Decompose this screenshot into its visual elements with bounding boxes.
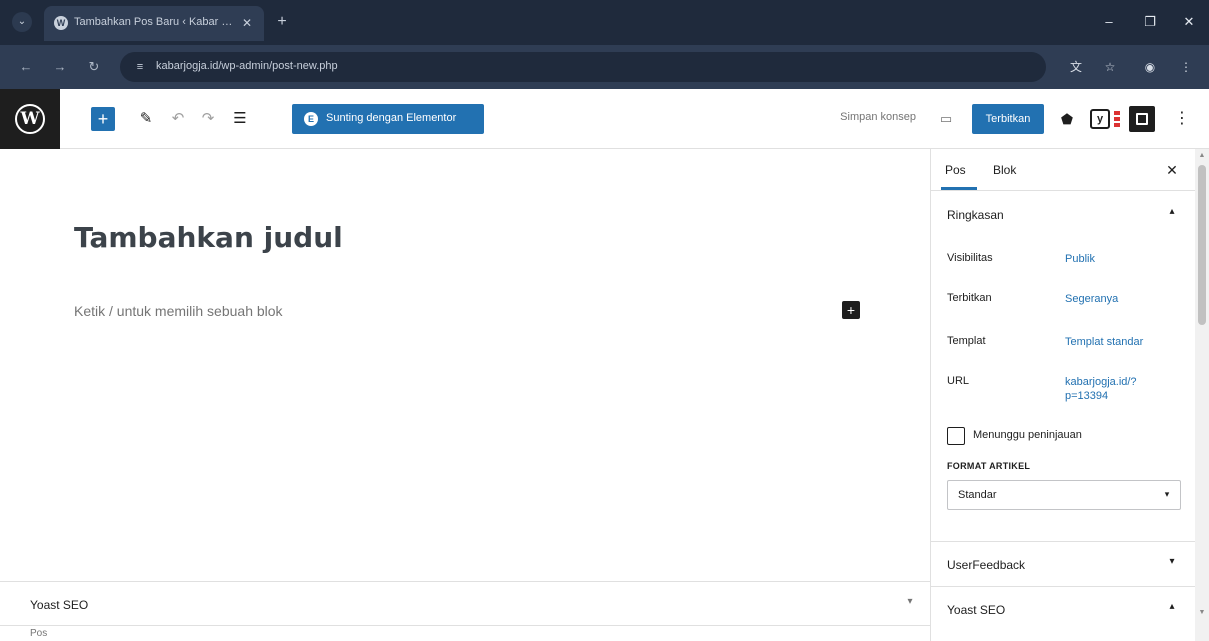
sidebar-tabs: Pos Blok ✕ <box>931 149 1195 191</box>
site-info-icon[interactable]: ≡ <box>132 59 148 75</box>
tab-close-button[interactable]: ✕ <box>238 14 256 32</box>
yoast-seo-button[interactable]: y <box>1090 107 1124 131</box>
template-value[interactable]: Templat standar <box>1065 335 1177 349</box>
summary-panel-header[interactable]: Ringkasan ▴ <box>931 192 1195 236</box>
yoast-icon: y <box>1090 109 1110 129</box>
metabox-title[interactable]: Yoast SEO <box>30 598 230 614</box>
scroll-up-icon[interactable]: ▲ <box>1198 152 1206 160</box>
document-overview-icon[interactable]: ☰ <box>228 107 252 131</box>
profile-avatar-icon[interactable]: ◉ <box>1140 57 1160 77</box>
pending-review-checkbox[interactable] <box>947 427 965 445</box>
edit-with-elementor-button[interactable]: E Sunting dengan Elementor <box>292 104 484 134</box>
browser-menu-icon[interactable]: ⋮ <box>1176 57 1196 77</box>
sidebar-toggle-icon <box>1136 113 1148 125</box>
jetpack-icon[interactable]: ⬟ <box>1054 106 1080 132</box>
reload-icon[interactable]: ↻ <box>84 57 104 77</box>
settings-sidebar: Pos Blok ✕ Ringkasan ▴ Visibilitas Publi… <box>930 149 1195 641</box>
chevron-down-icon: ▾ <box>1164 489 1170 499</box>
wordpress-logo-icon: W <box>15 104 45 134</box>
scrollbar-thumb[interactable] <box>1198 165 1206 325</box>
preview-icon[interactable]: ▭ <box>935 108 957 130</box>
window-minimize-button[interactable]: – <box>1097 12 1121 32</box>
visibility-label: Visibilitas <box>947 252 993 264</box>
editor-footer-breadcrumb: Pos <box>0 625 930 641</box>
save-draft-button[interactable]: Simpan konsep <box>824 111 916 127</box>
browser-tab-strip: ⌄ W Tambahkan Pos Baru ‹ Kabar J… ✕ + – … <box>0 0 1209 45</box>
url-label: URL <box>947 375 970 387</box>
summary-panel-title: Ringkasan <box>947 208 1004 222</box>
options-menu-icon[interactable]: ⋮ <box>1172 106 1192 132</box>
close-sidebar-icon[interactable]: ✕ <box>1163 161 1181 179</box>
new-tab-button[interactable]: + <box>272 12 292 32</box>
yoast-metabox: Yoast SEO ▾ <box>0 581 930 625</box>
browser-tab-active[interactable]: W Tambahkan Pos Baru ‹ Kabar J… ✕ <box>44 6 264 41</box>
yoast-panel-header[interactable]: Yoast SEO ▴ <box>931 587 1195 631</box>
tab-post[interactable]: Pos <box>945 163 966 179</box>
bookmark-star-icon[interactable]: ☆ <box>1100 57 1120 77</box>
window-close-button[interactable]: ✕ <box>1177 12 1201 32</box>
visibility-value[interactable]: Publik <box>1065 252 1177 266</box>
yoast-panel-title: Yoast SEO <box>947 603 1006 617</box>
tab-search-icon[interactable]: ⌄ <box>12 12 32 32</box>
publish-value[interactable]: Segeranya <box>1065 292 1177 306</box>
block-appender-placeholder[interactable]: Ketik / untuk memilih sebuah blok <box>74 303 574 323</box>
post-format-label: FORMAT ARTIKEL <box>947 461 1031 471</box>
elementor-icon: E <box>304 112 318 126</box>
metabox-toggle-icon[interactable]: ▾ <box>902 596 918 612</box>
browser-toolbar: ← → ↻ ≡ kabarjogja.id/wp-admin/post-new.… <box>0 45 1209 89</box>
publish-label: Terbitkan <box>947 292 992 304</box>
chevron-up-icon: ▴ <box>1169 206 1175 217</box>
tab-block[interactable]: Blok <box>993 163 1016 179</box>
tab-title: Tambahkan Pos Baru ‹ Kabar J… <box>74 16 234 28</box>
address-bar[interactable]: ≡ kabarjogja.id/wp-admin/post-new.php <box>120 52 1046 82</box>
wordpress-logo-button[interactable]: W <box>0 89 60 149</box>
userfeedback-panel-title: UserFeedback <box>947 558 1026 572</box>
chevron-down-icon: ▾ <box>1169 556 1175 567</box>
yoast-score-icon <box>1114 111 1120 127</box>
redo-icon[interactable]: ↷ <box>196 107 220 131</box>
pending-review-label: Menunggu peninjauan <box>973 429 1082 441</box>
back-arrow-icon[interactable]: ← <box>16 57 36 77</box>
active-tab-indicator <box>941 187 977 190</box>
address-url: kabarjogja.id/wp-admin/post-new.php <box>156 60 338 72</box>
add-block-icon[interactable]: + <box>842 301 860 319</box>
translate-icon[interactable]: 文 <box>1066 57 1086 77</box>
block-inserter-button[interactable]: + <box>91 107 115 131</box>
undo-icon[interactable]: ↶ <box>166 107 190 131</box>
post-title-input[interactable]: Tambahkan judul <box>74 221 674 265</box>
publish-button[interactable]: Terbitkan <box>972 104 1044 134</box>
userfeedback-panel-header[interactable]: UserFeedback ▾ <box>931 542 1195 586</box>
editor-header: W + ✎ ↶ ↷ ☰ E Sunting dengan Elementor S… <box>0 89 1209 149</box>
editor-canvas: Tambahkan judul Ketik / untuk memilih se… <box>0 149 930 581</box>
post-format-value: Standar <box>958 489 997 501</box>
sidebar-scrollbar[interactable]: ▲ ▼ <box>1195 149 1209 641</box>
breadcrumb-item[interactable]: Pos <box>30 628 130 640</box>
settings-sidebar-toggle[interactable] <box>1129 106 1155 132</box>
template-label: Templat <box>947 335 986 347</box>
scroll-down-icon[interactable]: ▼ <box>1198 609 1206 617</box>
post-format-select[interactable]: Standar ▾ <box>947 480 1181 510</box>
elementor-label: Sunting dengan Elementor <box>326 112 457 124</box>
tools-pencil-icon[interactable]: ✎ <box>134 107 158 131</box>
forward-arrow-icon[interactable]: → <box>50 57 70 77</box>
window-restore-button[interactable]: ❐ <box>1138 12 1162 32</box>
wordpress-favicon-icon: W <box>54 16 68 30</box>
url-value[interactable]: kabarjogja.id/?p=13394 <box>1065 375 1177 403</box>
chevron-up-icon: ▴ <box>1169 601 1175 612</box>
